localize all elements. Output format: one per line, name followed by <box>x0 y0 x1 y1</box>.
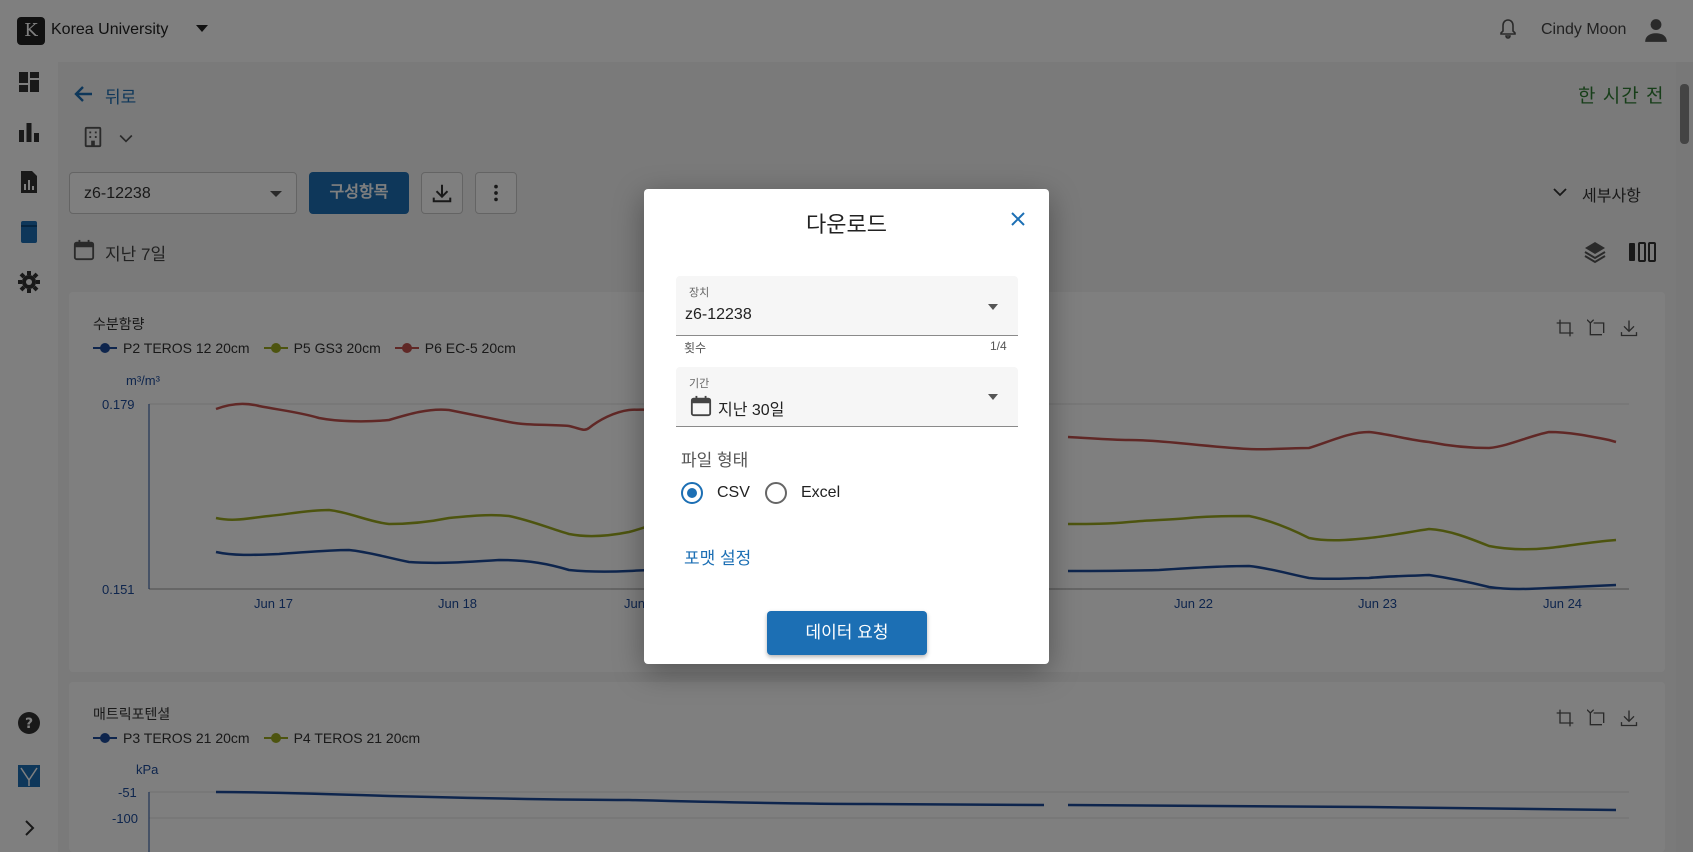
filetype-label: 파일 형태 <box>681 451 749 470</box>
request-data-button[interactable]: 데이터 요청 <box>767 611 927 655</box>
caret-down-icon <box>988 394 998 400</box>
caret-down-icon <box>988 304 998 310</box>
dialog-title: 다운로드 <box>806 212 887 237</box>
field-value: 지난 30일 <box>718 402 785 419</box>
field-counter: 1/4 <box>990 339 1007 353</box>
period-select-field[interactable]: 기간 지난 30일 <box>676 367 1018 427</box>
field-label: 기간 <box>689 378 710 390</box>
csv-radio[interactable] <box>681 482 703 504</box>
csv-radio-label[interactable]: CSV <box>717 484 750 502</box>
close-icon[interactable] <box>1010 211 1026 227</box>
field-helper-text: 횟수 <box>684 341 707 355</box>
field-value: z6-12238 <box>685 306 752 323</box>
excel-radio[interactable] <box>765 482 787 504</box>
field-label: 장치 <box>689 287 710 299</box>
download-dialog: 다운로드 장치 z6-12238 횟수 1/4 기간 지난 30일 파일 형태 … <box>644 189 1049 664</box>
excel-radio-label[interactable]: Excel <box>801 484 840 502</box>
calendar-icon <box>690 395 712 417</box>
device-select-field[interactable]: 장치 z6-12238 <box>676 276 1018 336</box>
format-settings-link[interactable]: 포맷 설정 <box>684 544 751 569</box>
